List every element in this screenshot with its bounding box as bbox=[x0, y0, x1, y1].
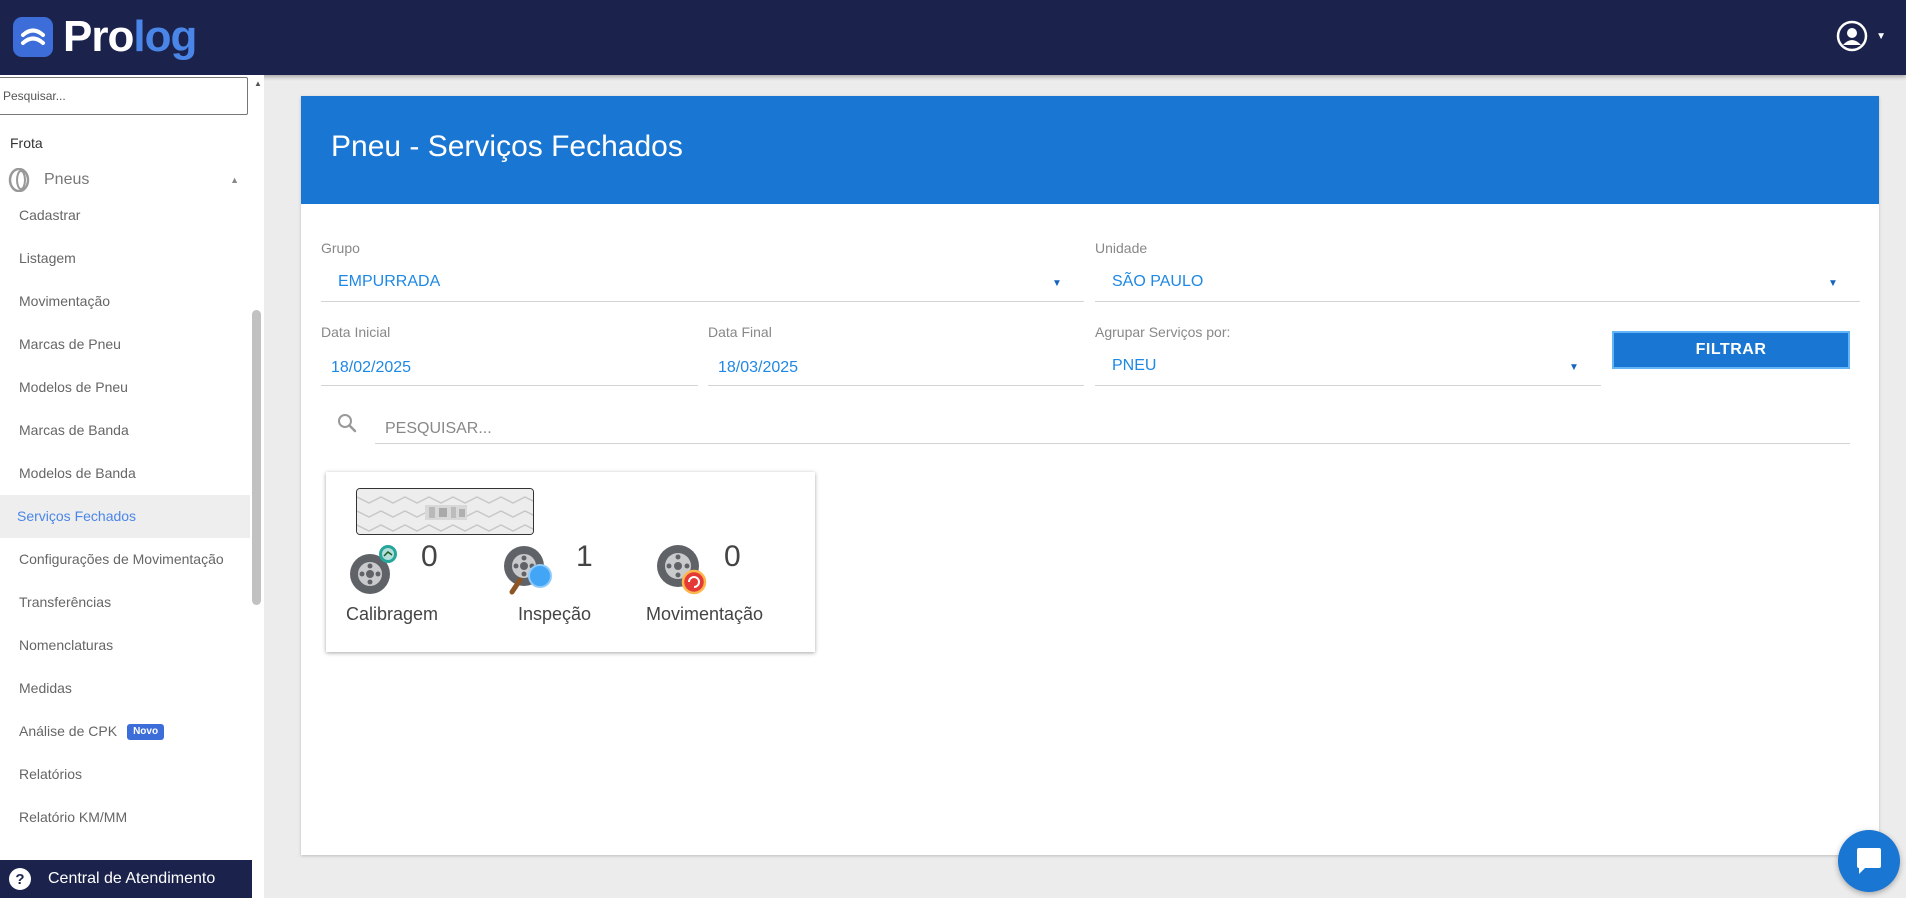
sidebar-item-analise-de-cpk[interactable]: Análise de CPK Novo bbox=[0, 710, 250, 753]
sidebar-item-label: Análise de CPK bbox=[19, 723, 118, 739]
sidebar-section-frota: Frota bbox=[10, 135, 43, 151]
calibragem-label: Calibragem bbox=[346, 604, 439, 624]
sidebar-item-marcas-de-pneu[interactable]: Marcas de Pneu bbox=[0, 323, 250, 366]
sidebar-search-input[interactable] bbox=[0, 77, 248, 115]
chevron-down-icon: ▼ bbox=[1052, 278, 1062, 289]
tire-result-card[interactable]: 0 Calibragem 1 Inspeção 0 Movimentação bbox=[326, 472, 815, 652]
data-inicial-value: 18/02/2025 bbox=[331, 359, 412, 376]
data-inicial-input[interactable]: 18/02/2025 bbox=[321, 350, 698, 386]
sidebar-item-medidas[interactable]: Medidas bbox=[0, 667, 250, 710]
agrupar-label: Agrupar Serviços por: bbox=[1095, 324, 1231, 340]
agrupar-value: PNEU bbox=[1112, 357, 1157, 374]
logo-mark-icon bbox=[13, 17, 53, 57]
chevron-up-icon: ▲ bbox=[230, 175, 239, 185]
inspecao-count: 1 bbox=[576, 540, 593, 573]
sidebar-group-pneus[interactable]: Pneus ▲ bbox=[8, 165, 239, 195]
sidebar-item-marcas-de-banda[interactable]: Marcas de Banda bbox=[0, 409, 250, 452]
logo-text-pro: Pro bbox=[63, 12, 134, 61]
search-icon bbox=[338, 414, 357, 433]
tire-id-tag bbox=[356, 488, 534, 535]
logo-text-log: log bbox=[133, 12, 197, 61]
chat-support-button[interactable] bbox=[1838, 830, 1900, 892]
page-title: Pneu - Serviços Fechados bbox=[331, 130, 683, 163]
help-center-button[interactable]: ? Central de Atendimento bbox=[0, 860, 252, 898]
inspection-tire-icon bbox=[504, 546, 552, 595]
data-inicial-label: Data Inicial bbox=[321, 324, 391, 340]
sidebar-item-movimentacao[interactable]: Movimentação bbox=[0, 280, 250, 323]
sidebar-item-relatorio-km-mm[interactable]: Relatório KM/MM bbox=[0, 796, 250, 839]
sidebar-item-nomenclaturas[interactable]: Nomenclaturas bbox=[0, 624, 250, 667]
sidebar-item-servicos-fechados[interactable]: Serviços Fechados bbox=[0, 495, 250, 538]
movement-tire-icon bbox=[657, 545, 707, 595]
scrollbar-thumb[interactable] bbox=[252, 310, 261, 605]
unidade-value: SÃO PAULO bbox=[1112, 273, 1204, 290]
chevron-down-icon: ▼ bbox=[1569, 362, 1579, 373]
main-card: Pneu - Serviços Fechados Grupo EMPURRADA… bbox=[301, 96, 1879, 855]
help-icon: ? bbox=[9, 868, 31, 890]
calibragem-count: 0 bbox=[421, 540, 438, 573]
sidebar-item-listagem[interactable]: Listagem bbox=[0, 237, 250, 280]
unidade-select[interactable]: SÃO PAULO ▼ bbox=[1095, 266, 1860, 302]
sidebar-item-transferencias[interactable]: Transferências bbox=[0, 581, 250, 624]
chat-icon bbox=[1857, 848, 1881, 874]
calibration-tire-icon bbox=[350, 545, 397, 594]
scroll-up-arrow-icon[interactable]: ▲ bbox=[254, 79, 262, 88]
help-center-label: Central de Atendimento bbox=[48, 870, 216, 887]
sidebar-scrollbar[interactable]: ▲ bbox=[250, 75, 264, 898]
search-input[interactable] bbox=[375, 414, 1850, 444]
data-final-value: 18/03/2025 bbox=[718, 359, 799, 376]
movimentacao-label: Movimentação bbox=[646, 604, 764, 624]
top-bar: Prolog ▼ bbox=[0, 0, 1906, 75]
sidebar: ▲ Frota Pneus ▲ Cadastrar Listagem Movim… bbox=[0, 75, 264, 898]
prolog-logo[interactable]: Prolog bbox=[13, 12, 197, 62]
sidebar-item-modelos-de-banda[interactable]: Modelos de Banda bbox=[0, 452, 250, 495]
card-header: Pneu - Serviços Fechados bbox=[301, 96, 1879, 204]
sidebar-item-relatorios[interactable]: Relatórios bbox=[0, 753, 250, 796]
movimentacao-count: 0 bbox=[724, 540, 741, 573]
unidade-label: Unidade bbox=[1095, 240, 1148, 256]
sidebar-item-configuracoes-de-movimentacao[interactable]: Configurações de Movimentação bbox=[0, 538, 250, 581]
data-final-label: Data Final bbox=[708, 324, 772, 340]
sidebar-item-cadastrar[interactable]: Cadastrar bbox=[0, 194, 250, 237]
agrupar-select[interactable]: PNEU ▼ bbox=[1095, 350, 1601, 386]
tire-icon bbox=[8, 168, 30, 192]
filter-button[interactable]: FILTRAR bbox=[1612, 331, 1850, 369]
chevron-down-icon: ▼ bbox=[1876, 30, 1886, 42]
grupo-label: Grupo bbox=[321, 240, 360, 256]
inspecao-label: Inspeção bbox=[518, 604, 592, 624]
sidebar-item-modelos-de-pneu[interactable]: Modelos de Pneu bbox=[0, 366, 250, 409]
tire-tread-pattern bbox=[357, 489, 533, 534]
chevron-down-icon: ▼ bbox=[1828, 278, 1838, 289]
sidebar-group-label: Pneus bbox=[44, 171, 90, 188]
grupo-value: EMPURRADA bbox=[338, 273, 441, 290]
data-final-input[interactable]: 18/03/2025 bbox=[708, 350, 1084, 386]
grupo-select[interactable]: EMPURRADA ▼ bbox=[321, 266, 1084, 302]
user-menu[interactable]: ▼ bbox=[1836, 20, 1886, 52]
new-badge: Novo bbox=[127, 724, 165, 741]
user-avatar-icon bbox=[1836, 20, 1868, 52]
